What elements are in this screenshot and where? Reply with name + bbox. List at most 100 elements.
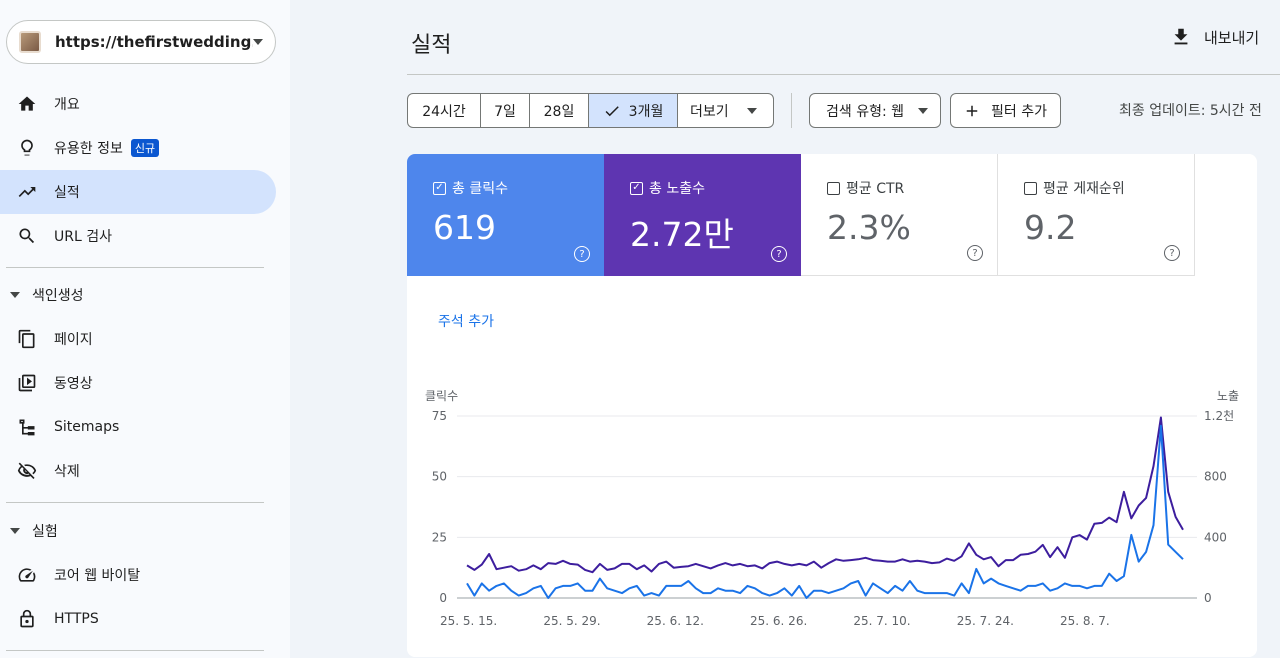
property-selector[interactable]: https://thefirstwedding...	[6, 20, 276, 64]
sidebar-item-label: 삭제	[54, 464, 80, 480]
checkbox-unchecked-icon[interactable]	[827, 181, 840, 195]
home-icon	[16, 93, 38, 115]
x-axis-tick: 25. 5. 29.	[543, 614, 600, 628]
metric-value: 9.2	[1024, 208, 1077, 247]
metric-label: 평균 CTR	[846, 181, 905, 197]
range-3m-button[interactable]: 3개월	[589, 94, 678, 127]
sidebar-item-label: 동영상	[54, 376, 93, 392]
metric-total-impressions[interactable]: ✓ 총 노출수 2.72만 ?	[604, 154, 801, 276]
right-axis-tick: 0	[1204, 591, 1212, 605]
lightbulb-icon	[16, 137, 38, 159]
new-badge: 신규	[130, 139, 160, 157]
section-experience[interactable]: 실험	[10, 519, 58, 543]
section-title: 색인생성	[32, 288, 84, 304]
speed-icon	[16, 564, 38, 586]
performance-card: ✓ 총 클릭수 619 ? ✓ 총 노출수 2.72만 ? 평균 CTR 2.3…	[407, 154, 1257, 657]
metric-value: 619	[433, 208, 496, 247]
more-label: 더보기	[690, 103, 729, 120]
sidebar-item-insights[interactable]: 유용한 정보 신규	[0, 126, 276, 170]
sidebar-item-label: 실적	[54, 185, 80, 201]
right-axis-tick: 800	[1204, 470, 1227, 484]
search-icon	[16, 225, 38, 247]
video-icon	[16, 372, 38, 394]
checkbox-unchecked-icon[interactable]	[1024, 181, 1037, 195]
range-7d-button[interactable]: 7일	[481, 94, 530, 127]
header-divider	[407, 74, 1280, 75]
sidebar-item-performance[interactable]: 실적	[0, 170, 276, 214]
checkbox-checked-icon[interactable]: ✓	[630, 181, 643, 195]
plus-icon	[966, 105, 978, 116]
checkbox-checked-icon[interactable]: ✓	[433, 181, 446, 195]
sidebar-item-https[interactable]: HTTPS	[0, 597, 276, 641]
caret-down-icon	[10, 292, 20, 298]
date-range-selector: 24시간 7일 28일 3개월 더보기	[407, 93, 774, 128]
sidebar-item-label: HTTPS	[54, 611, 99, 627]
left-axis-tick: 0	[439, 591, 447, 605]
metric-total-clicks[interactable]: ✓ 총 클릭수 619 ?	[407, 154, 604, 276]
left-axis-tick: 25	[432, 530, 447, 544]
sidebar-item-sitemaps[interactable]: Sitemaps	[0, 405, 276, 449]
metric-label: 총 노출수	[649, 181, 705, 197]
range-label: 3개월	[628, 103, 664, 120]
caret-down-icon	[918, 107, 928, 114]
sidebar-item-label: Sitemaps	[54, 419, 120, 435]
search-type-dropdown[interactable]: 검색 유형: 웹	[809, 93, 941, 128]
sidebar-item-label: URL 검사	[54, 229, 112, 245]
x-axis-tick: 25. 8. 7.	[1060, 614, 1110, 628]
help-icon[interactable]: ?	[771, 246, 787, 262]
metric-average-position[interactable]: 평균 게재순위 9.2 ?	[998, 154, 1195, 276]
metric-average-ctr[interactable]: 평균 CTR 2.3% ?	[801, 154, 998, 276]
sidebar-item-url-inspection[interactable]: URL 검사	[0, 214, 276, 258]
right-axis-title: 노출	[1217, 389, 1239, 403]
export-button[interactable]: 내보내기	[1170, 26, 1259, 48]
section-indexing[interactable]: 색인생성	[10, 283, 84, 307]
right-axis-tick: 400	[1204, 530, 1227, 544]
caret-down-icon	[747, 107, 757, 114]
trending-up-icon	[16, 181, 38, 203]
x-axis-tick: 25. 6. 26.	[750, 614, 807, 628]
series-line-right	[466, 416, 1184, 574]
more-ranges-dropdown[interactable]: 더보기	[678, 94, 773, 127]
series-line-left	[466, 424, 1184, 599]
left-axis-tick: 75	[432, 409, 447, 423]
range-label: 28일	[543, 103, 575, 120]
chevron-down-icon	[253, 39, 263, 45]
left-axis-tick: 50	[432, 470, 447, 484]
sidebar-divider	[6, 650, 264, 651]
x-axis-tick: 25. 6. 12.	[647, 614, 704, 628]
property-url: https://thefirstwedding...	[55, 33, 253, 51]
help-icon[interactable]: ?	[1164, 245, 1180, 261]
add-filter-button[interactable]: 필터 추가	[950, 93, 1061, 128]
left-axis-title: 클릭수	[425, 389, 458, 403]
check-icon	[605, 105, 619, 116]
sidebar-item-pages[interactable]: 페이지	[0, 317, 276, 361]
pages-icon	[16, 328, 38, 350]
sidebar: https://thefirstwedding... 개요 유용한 정보 신규 …	[0, 0, 290, 658]
sidebar-item-videos[interactable]: 동영상	[0, 361, 276, 405]
add-annotation-link[interactable]: 주석 추가	[438, 311, 494, 331]
performance-chart: 클릭수 노출 0 25 50 75 0 400 800 1.2천 25. 5. 15. 25.…	[425, 389, 1239, 628]
sidebar-item-label: 코어 웹 바이탈	[54, 568, 141, 584]
caret-down-icon	[10, 528, 20, 534]
sidebar-item-overview[interactable]: 개요	[0, 82, 276, 126]
metric-label: 총 클릭수	[452, 181, 508, 197]
sidebar-divider	[6, 267, 264, 268]
site-favicon	[19, 31, 41, 53]
range-28d-button[interactable]: 28일	[530, 94, 589, 127]
help-icon[interactable]: ?	[574, 246, 590, 262]
sidebar-item-label: 페이지	[54, 332, 93, 348]
section-title: 실험	[32, 524, 58, 540]
sidebar-item-label: 개요	[54, 97, 80, 113]
help-icon[interactable]: ?	[967, 245, 983, 261]
sitemap-icon	[16, 416, 38, 438]
sidebar-item-removals[interactable]: 삭제	[0, 449, 276, 493]
metric-value: 2.3%	[827, 208, 911, 247]
export-label: 내보내기	[1204, 28, 1260, 47]
search-type-label: 검색 유형: 웹	[826, 103, 905, 120]
right-axis-tick: 1.2천	[1204, 408, 1234, 423]
sidebar-item-core-web-vitals[interactable]: 코어 웹 바이탈	[0, 553, 276, 597]
page-title: 실적	[411, 33, 452, 58]
toolbar-divider	[791, 93, 792, 128]
range-24h-button[interactable]: 24시간	[408, 94, 481, 127]
last-updated-text: 최종 업데이트: 5시간 전	[1119, 103, 1262, 119]
